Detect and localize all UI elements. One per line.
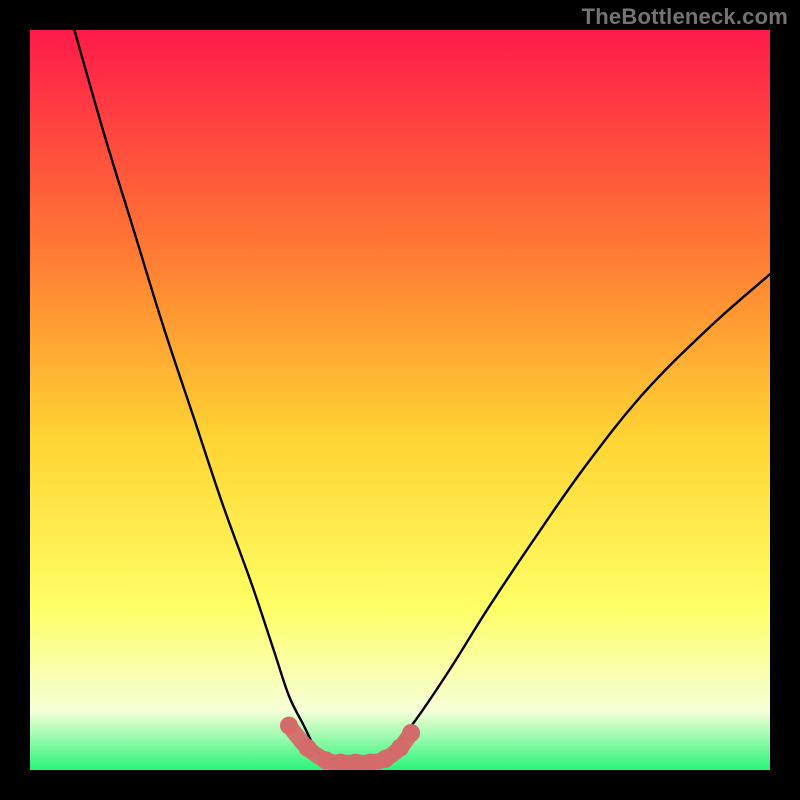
valley-marker	[391, 739, 409, 757]
valley-marker	[280, 717, 298, 735]
valley-marker	[376, 750, 394, 768]
chart-frame: TheBottleneck.com	[0, 0, 800, 800]
plot-background	[30, 30, 770, 770]
chart-svg	[30, 30, 770, 770]
valley-marker	[402, 724, 420, 742]
watermark-text: TheBottleneck.com	[582, 4, 788, 30]
bottleneck-curve-plot	[30, 30, 770, 770]
valley-marker	[299, 739, 317, 757]
